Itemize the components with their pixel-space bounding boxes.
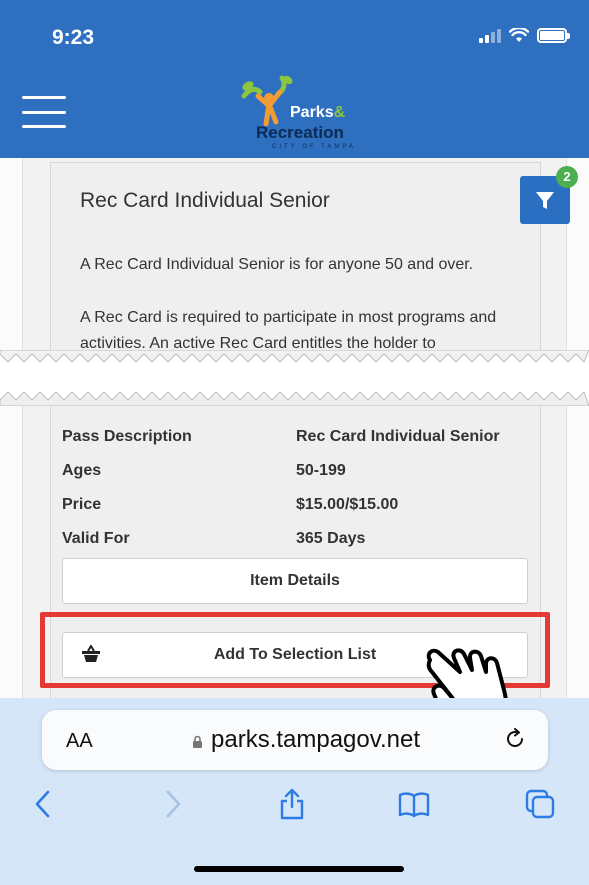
logo-text-parks: Parks& xyxy=(290,104,346,121)
share-icon[interactable] xyxy=(276,788,308,820)
detail-row-price: Price $15.00/$15.00 xyxy=(62,488,532,522)
browser-bottom-bar: AA parks.tampagov.net xyxy=(0,698,589,885)
status-icons xyxy=(479,28,570,43)
app-header: 9:23 Parks& Recreation CITY OF TAMPA xyxy=(0,0,589,158)
logo-ampersand: & xyxy=(333,104,346,121)
pointing-hand-icon xyxy=(426,648,508,698)
reload-icon[interactable] xyxy=(504,728,526,750)
card-title: Rec Card Individual Senior xyxy=(80,189,330,212)
logo-text-city: CITY OF TAMPA xyxy=(272,144,356,150)
cellular-signal-icon xyxy=(479,28,501,43)
detail-row-pass-description: Pass Description Rec Card Individual Sen… xyxy=(62,420,532,454)
logo-text-recreation: Recreation xyxy=(256,123,344,142)
main-content[interactable]: Rec Card Individual Senior A Rec Card In… xyxy=(0,158,589,698)
detail-value: $15.00/$15.00 xyxy=(296,496,399,513)
detail-value: Rec Card Individual Senior xyxy=(296,428,500,445)
logo-figure-icon xyxy=(241,75,293,126)
detail-row-valid-for: Valid For 365 Days xyxy=(62,522,532,556)
pass-card: Rec Card Individual Senior A Rec Card In… xyxy=(50,162,541,372)
item-details-button[interactable]: Item Details xyxy=(62,558,528,604)
menu-button[interactable] xyxy=(22,96,66,128)
filter-count-badge: 2 xyxy=(556,166,578,188)
status-time: 9:23 xyxy=(52,26,95,49)
detail-label: Pass Description xyxy=(62,428,192,445)
forward-icon[interactable] xyxy=(156,788,188,820)
detail-value: 365 Days xyxy=(296,530,366,547)
url-text: parks.tampagov.net xyxy=(211,726,421,753)
wifi-icon xyxy=(509,28,529,42)
address-bar[interactable]: AA parks.tampagov.net xyxy=(42,710,548,770)
text-size-button[interactable]: AA xyxy=(66,730,93,753)
detail-value: 50-199 xyxy=(296,462,346,479)
screenshot-tear-separator xyxy=(0,350,589,406)
battery-icon xyxy=(537,28,570,43)
lock-icon xyxy=(193,735,202,748)
detail-label: Valid For xyxy=(62,530,130,547)
url-display[interactable]: parks.tampagov.net xyxy=(192,726,420,754)
detail-row-ages: Ages 50-199 xyxy=(62,454,532,488)
card-description-1: A Rec Card Individual Senior is for anyo… xyxy=(80,256,474,273)
detail-label: Ages xyxy=(62,462,102,479)
tabs-icon[interactable] xyxy=(524,788,556,820)
parks-recreation-logo[interactable]: Parks& Recreation CITY OF TAMPA xyxy=(236,74,366,152)
home-indicator xyxy=(194,866,404,872)
back-icon[interactable] xyxy=(28,788,60,820)
pass-details-table: Pass Description Rec Card Individual Sen… xyxy=(62,420,532,556)
right-rail xyxy=(566,158,589,698)
detail-label: Price xyxy=(62,496,102,513)
bookmarks-icon[interactable] xyxy=(398,788,430,820)
left-rail xyxy=(0,158,23,698)
